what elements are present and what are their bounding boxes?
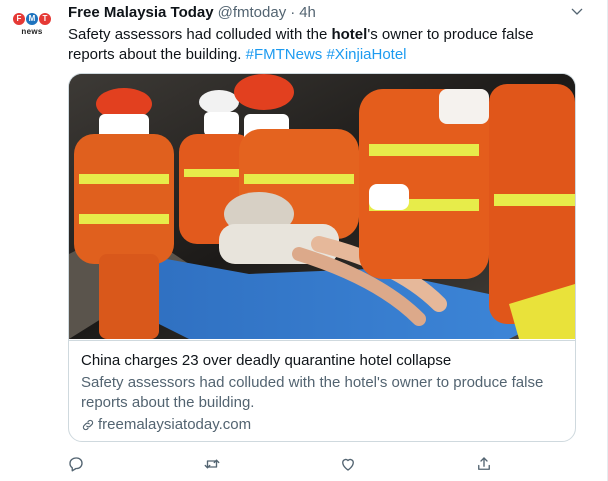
tweet-text: Safety assessors had colluded with the h…	[68, 25, 578, 65]
link-card[interactable]: China charges 23 over deadly quarantine …	[68, 73, 576, 442]
tweet-header: Free Malaysia Today @fmtoday · 4h	[68, 4, 316, 22]
retweet-icon	[204, 459, 220, 469]
card-title[interactable]: China charges 23 over deadly quarantine …	[81, 351, 563, 371]
tweet[interactable]: F M T news Free Malaysia Today @fmtoday …	[0, 0, 608, 481]
reply-icon	[69, 457, 83, 472]
retweet-button[interactable]	[200, 452, 224, 476]
card-body[interactable]: China charges 23 over deadly quarantine …	[69, 340, 575, 435]
logo-news-label: news	[21, 27, 43, 36]
card-domain[interactable]: freemalaysiatoday.com	[81, 415, 563, 435]
tweet-text-bold: hotel	[331, 26, 368, 43]
user-handle[interactable]: @fmtoday	[218, 4, 287, 21]
rescue-photo	[69, 74, 575, 339]
avatar[interactable]: F M T news	[10, 6, 54, 50]
heart-icon	[342, 458, 354, 471]
header-separator: ·	[290, 4, 296, 21]
share-button[interactable]	[472, 452, 496, 476]
action-bar	[60, 452, 500, 476]
chevron-down-icon	[571, 8, 583, 15]
logo-letter-m: M	[26, 13, 38, 25]
card-description: Safety assessors had colluded with the h…	[81, 374, 544, 411]
fmt-logo: F M T	[13, 13, 51, 25]
tweet-text-part1: Safety assessors had colluded with the	[68, 26, 332, 43]
logo-letter-t: T	[39, 13, 51, 25]
reply-button[interactable]	[64, 452, 88, 476]
hashtag-xinjiahotel[interactable]: #XinjiaHotel	[326, 46, 406, 63]
logo-letter-f: F	[13, 13, 25, 25]
card-image[interactable]	[69, 74, 575, 339]
share-icon	[478, 457, 490, 470]
hashtag-fmtnews[interactable]: #FMTNews	[246, 46, 323, 63]
link-icon	[82, 419, 94, 431]
display-name[interactable]: Free Malaysia Today	[68, 4, 214, 21]
like-button[interactable]	[336, 452, 360, 476]
tweet-timestamp[interactable]: 4h	[299, 4, 316, 21]
more-options-button[interactable]	[568, 4, 586, 20]
card-domain-text: freemalaysiatoday.com	[98, 416, 252, 433]
